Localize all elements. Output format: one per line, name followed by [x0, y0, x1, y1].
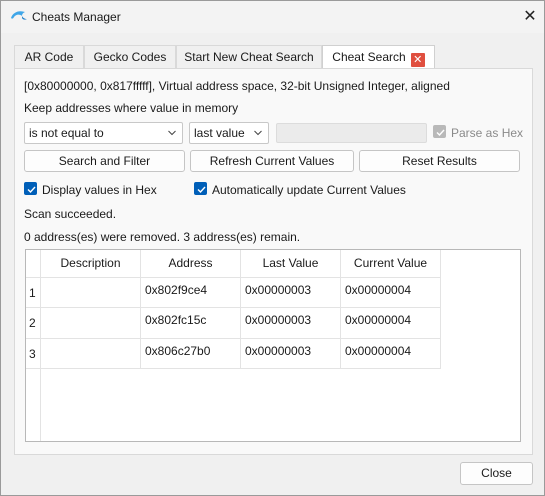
window-title: Cheats Manager — [32, 10, 121, 24]
compare-to-dropdown[interactable]: last value — [189, 122, 269, 144]
tab-start-new-cheat-search[interactable]: Start New Cheat Search — [176, 45, 322, 69]
tab-label: AR Code — [24, 50, 74, 64]
tab-close-icon[interactable]: ✕ — [410, 53, 425, 67]
parse-as-hex-label: Parse as Hex — [451, 126, 524, 140]
keep-addresses-label: Keep addresses where value in memory — [24, 101, 239, 115]
last-value-cell[interactable]: 0x00000003 — [241, 308, 341, 339]
tab-ar-code[interactable]: AR Code — [14, 45, 84, 69]
auto-update-label: Automatically update Current Values — [212, 183, 406, 197]
row-header[interactable]: 3 — [26, 339, 41, 369]
comparison-dropdown[interactable]: is not equal to — [24, 122, 183, 144]
tab-gecko-codes[interactable]: Gecko Codes — [84, 45, 176, 69]
tab-label: Gecko Codes — [93, 50, 167, 64]
address-cell[interactable]: 0x802f9ce4 — [141, 278, 241, 308]
display-hex-checkbox[interactable] — [24, 182, 37, 195]
description-cell[interactable] — [41, 278, 141, 308]
chevron-down-icon — [254, 130, 262, 136]
chevron-down-icon — [168, 130, 176, 136]
range-info: [0x80000000, 0x817fffff], Virtual addres… — [24, 79, 450, 93]
compare-to-value: last value — [194, 126, 245, 140]
checkmark-icon — [436, 129, 445, 137]
display-hex-label: Display values in Hex — [42, 183, 157, 197]
parse-as-hex-checkbox[interactable] — [433, 125, 446, 138]
current-value-cell[interactable]: 0x00000004 — [341, 308, 441, 339]
column-header-description[interactable]: Description — [41, 250, 141, 278]
dolphin-icon — [11, 11, 27, 20]
address-cell[interactable]: 0x802fc15c — [141, 308, 241, 339]
value-input[interactable] — [276, 123, 427, 143]
window-close-button[interactable]: ✕ — [520, 7, 540, 27]
refresh-current-values-button[interactable]: Refresh Current Values — [190, 150, 354, 172]
auto-update-checkbox[interactable] — [194, 182, 207, 195]
last-value-cell[interactable]: 0x00000003 — [241, 339, 341, 369]
scan-status: Scan succeeded. — [24, 207, 117, 221]
row-header[interactable]: 2 — [26, 308, 41, 339]
row-header[interactable]: 1 — [26, 278, 41, 308]
column-header-last-value[interactable]: Last Value — [241, 250, 341, 278]
current-value-cell[interactable]: 0x00000004 — [341, 278, 441, 308]
tab-label: Cheat Search — [332, 50, 406, 64]
checkmark-icon — [197, 186, 206, 194]
description-cell[interactable] — [41, 339, 141, 369]
checkmark-icon — [27, 186, 36, 194]
tab-cheat-search[interactable]: Cheat Search ✕ — [322, 45, 435, 70]
column-header-address[interactable]: Address — [141, 250, 241, 278]
description-cell[interactable] — [41, 308, 141, 339]
search-and-filter-button[interactable]: Search and Filter — [24, 150, 185, 172]
tab-label: Start New Cheat Search — [184, 50, 314, 64]
last-value-cell[interactable]: 0x00000003 — [241, 278, 341, 308]
reset-results-button[interactable]: Reset Results — [359, 150, 520, 172]
title-bar: Cheats Manager ✕ — [1, 1, 544, 33]
row-header-filler — [26, 369, 41, 441]
comparison-value: is not equal to — [29, 126, 104, 140]
cheats-manager-window: Cheats Manager ✕ AR Code Gecko Codes Sta… — [0, 0, 545, 496]
results-table[interactable]: Description Address Last Value Current V… — [25, 249, 521, 442]
table-corner — [26, 250, 41, 278]
address-cell[interactable]: 0x806c27b0 — [141, 339, 241, 369]
current-value-cell[interactable]: 0x00000004 — [341, 339, 441, 369]
column-header-current-value[interactable]: Current Value — [341, 250, 441, 278]
close-button[interactable]: Close — [460, 462, 533, 485]
results-summary: 0 address(es) were removed. 3 address(es… — [24, 230, 301, 244]
